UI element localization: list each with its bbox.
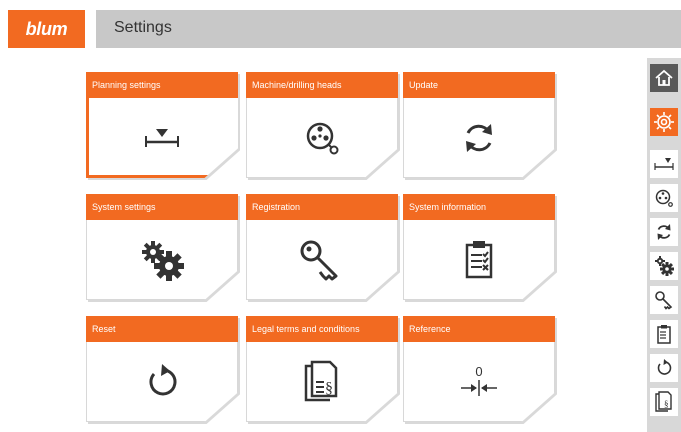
sidebar-system-information-button[interactable] [650, 320, 678, 348]
tile-registration[interactable]: Registration [246, 194, 400, 302]
reference-icon: 0 [403, 342, 555, 422]
tile-label: Machine/drilling heads [246, 72, 398, 98]
sidebar-home-button[interactable] [650, 64, 678, 92]
reference-value: 0 [475, 364, 482, 379]
settings-screen: blum Settings Planning settings Machine/… [0, 0, 681, 432]
sidebar-update-button[interactable] [650, 218, 678, 246]
home-icon [655, 69, 673, 86]
gears-icon [86, 220, 238, 300]
title-bar: Settings [96, 10, 681, 48]
header: blum Settings [0, 0, 681, 49]
sidebar-planning-button[interactable] [650, 150, 678, 178]
sidebar-registration-button[interactable] [650, 286, 678, 314]
page-title: Settings [114, 19, 172, 36]
update-icon [403, 98, 555, 178]
blum-logo: blum [8, 10, 85, 48]
planning-icon [86, 98, 238, 178]
clipboard-icon [403, 220, 555, 300]
tile-label: Registration [246, 194, 398, 220]
sidebar-drilling-button[interactable] [650, 184, 678, 212]
tile-label: Planning settings [86, 72, 238, 98]
right-sidebar: § [647, 58, 681, 432]
sidebar-legal-terms-button[interactable]: § [650, 388, 678, 416]
sidebar-system-settings-button[interactable] [650, 252, 678, 280]
tile-label: System settings [86, 194, 238, 220]
tile-reference[interactable]: Reference 0 [403, 316, 557, 424]
tile-label: Reset [86, 316, 238, 342]
key-icon [246, 220, 398, 300]
update-icon [657, 224, 671, 240]
svg-text:§: § [325, 380, 333, 397]
tile-label: System information [403, 194, 555, 220]
key-icon [655, 291, 673, 310]
reset-icon [86, 342, 238, 422]
legal-document-icon: § [246, 342, 398, 422]
tile-update[interactable]: Update [403, 72, 557, 180]
drilling-head-icon [655, 189, 673, 207]
settings-icon [654, 112, 674, 132]
tile-planning-settings[interactable]: Planning settings [86, 72, 240, 180]
tile-label: Update [403, 72, 555, 98]
tile-label: Legal terms and conditions [246, 316, 398, 342]
tile-label: Reference [403, 316, 555, 342]
tile-legal-terms[interactable]: Legal terms and conditions § [246, 316, 400, 424]
planning-icon [654, 158, 674, 170]
sidebar-settings-button[interactable] [650, 108, 678, 136]
drilling-head-icon [246, 98, 398, 178]
legal-document-icon: § [655, 391, 672, 412]
svg-text:§: § [664, 399, 669, 409]
tile-machine-drilling-heads[interactable]: Machine/drilling heads [246, 72, 400, 180]
clipboard-icon [657, 325, 671, 344]
tile-system-settings[interactable]: System settings [86, 194, 240, 302]
tile-reset[interactable]: Reset [86, 316, 240, 424]
sidebar-reset-button[interactable] [650, 354, 678, 382]
gears-icon [655, 256, 674, 276]
reset-icon [657, 359, 672, 375]
tile-system-information[interactable]: System information [403, 194, 557, 302]
